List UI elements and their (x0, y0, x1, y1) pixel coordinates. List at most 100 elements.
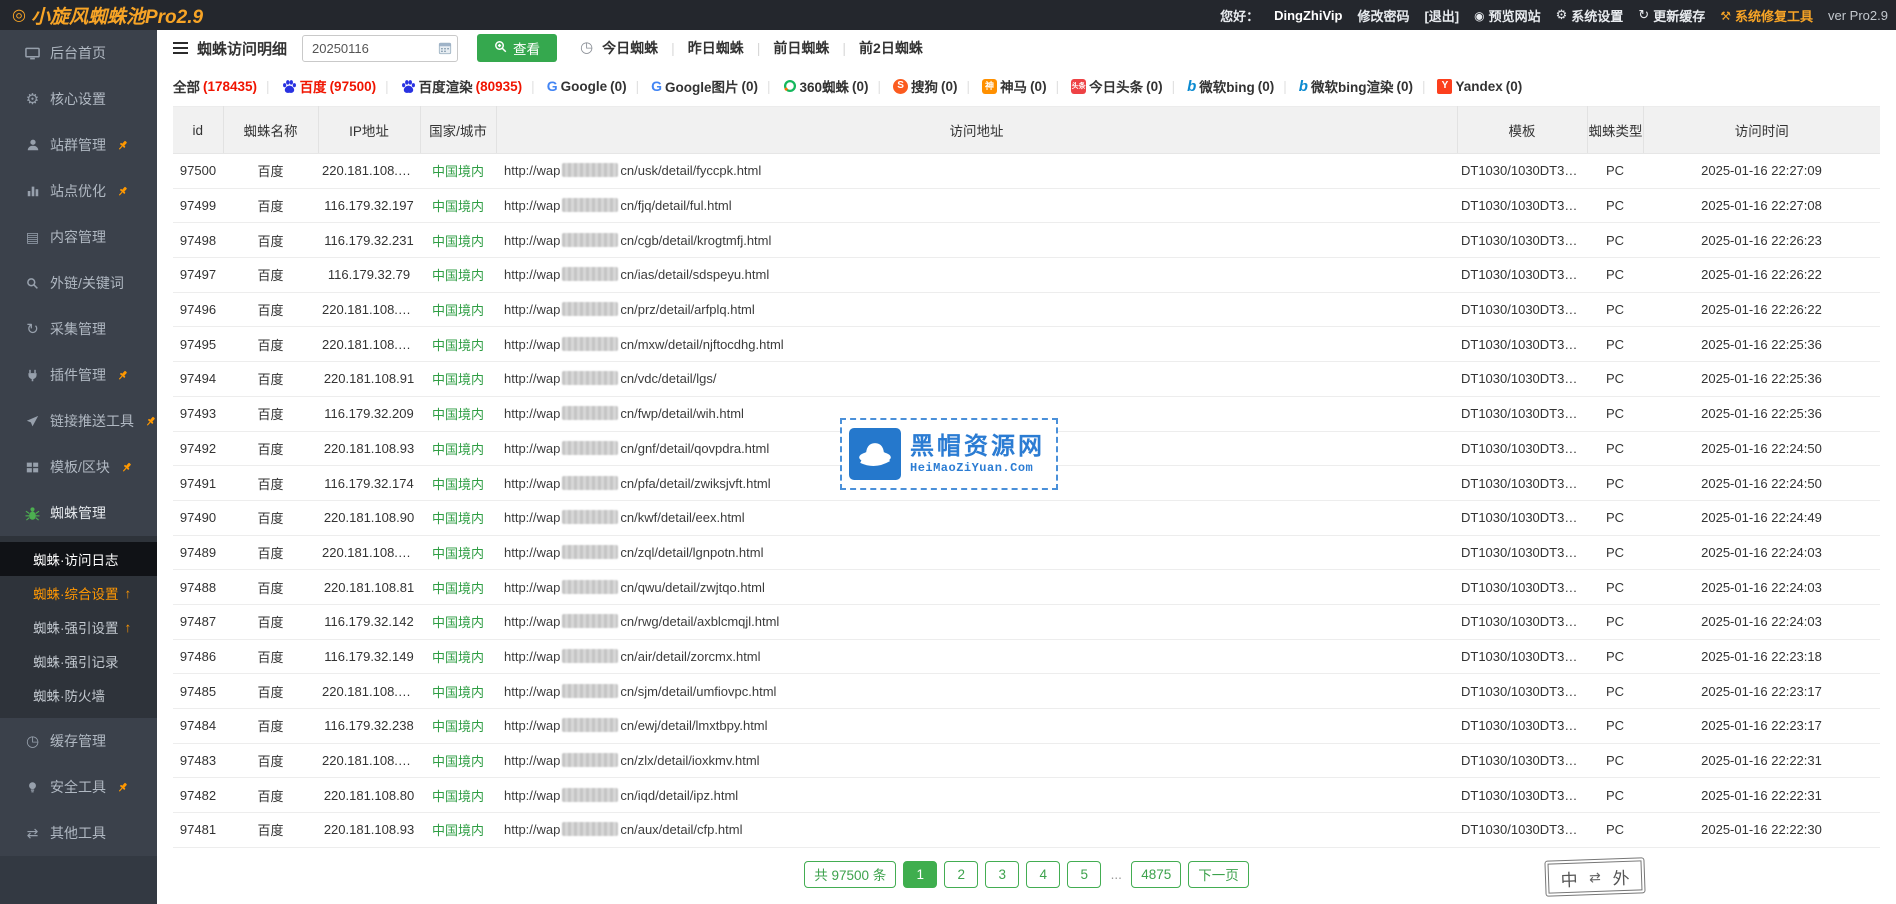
plug-icon (24, 369, 41, 382)
cell-template: DT1030/1030DT3673 (1457, 258, 1587, 293)
watermark: 黑帽资源网 HeiMaoZiYuan.Com (840, 418, 1058, 490)
page-item[interactable]: 下一页 (1188, 861, 1249, 888)
page-item[interactable]: 5 (1067, 861, 1101, 888)
sidebar-item[interactable]: ⇄ 其他工具 (0, 810, 157, 856)
cell-url: http://wapcn/air/detail/zorcmx.html (496, 639, 1457, 674)
toutiao-icon: 头条 (1071, 79, 1086, 94)
url-suffix: cn/zlx/detail/ioxkmv.html (620, 753, 759, 768)
sidebar-item[interactable]: 蜘蛛管理 (0, 490, 157, 536)
quick-link[interactable]: 前2日蜘蛛 (829, 38, 922, 58)
sidebar-main-nav: 后台首页 ⚙ 核心设置 站群管理 站点优化 ▤ (0, 30, 157, 536)
cell-id: 97482 (173, 778, 223, 813)
filter-item[interactable]: G Google (0) (522, 79, 626, 94)
cell-template: DT1030/1030DT3673 (1457, 778, 1587, 813)
search-icon (24, 277, 41, 290)
sidebar-item[interactable]: 模板/区块 (0, 444, 157, 490)
quick-link[interactable]: 前日蜘蛛 (744, 38, 830, 58)
cell-ip: 116.179.32.174 (318, 466, 420, 501)
filter-item[interactable]: 神 神马 (0) (958, 76, 1047, 96)
filter-item[interactable]: Y Yandex (0) (1413, 79, 1522, 94)
censored-domain (562, 233, 618, 247)
cell-id: 97492 (173, 431, 223, 466)
filter-item[interactable]: 头条 今日头条 (0) (1047, 76, 1163, 96)
sidebar-item[interactable]: 站群管理 (0, 122, 157, 168)
sidebar-item[interactable]: ↻ 采集管理 (0, 306, 157, 352)
filter-count: (97500) (330, 79, 377, 94)
system-settings-link[interactable]: ⚙ 系统设置 (1556, 6, 1624, 25)
censored-domain (562, 822, 618, 836)
cell-id: 97484 (173, 709, 223, 744)
url-prefix: http://wap (504, 718, 560, 733)
sidebar-item[interactable]: ⚙ 核心设置 (0, 76, 157, 122)
page-item[interactable]: 2 (944, 861, 978, 888)
spider-icon (24, 506, 41, 521)
filter-item[interactable]: 360蜘蛛 (0) (758, 76, 869, 96)
sidebar: 后台首页 ⚙ 核心设置 站群管理 站点优化 ▤ (0, 30, 157, 904)
url-suffix: cn/usk/detail/fyccpk.html (620, 163, 761, 178)
cell-url: http://wapcn/aux/detail/cfp.html (496, 813, 1457, 848)
sidebar-subitem[interactable]: 蜘蛛·综合设置 ↑ (0, 576, 157, 610)
page-item[interactable]: 3 (985, 861, 1019, 888)
filter-item[interactable]: b 微软bing渲染 (0) (1274, 76, 1413, 96)
date-input[interactable] (302, 35, 458, 62)
filter-item[interactable]: b 微软bing (0) (1163, 76, 1275, 96)
plane-icon (24, 415, 41, 428)
table-row: 97489 百度 220.181.108.113 中国境内 http://wap… (173, 535, 1880, 570)
filter-item[interactable]: S 搜狗 (0) (869, 76, 958, 96)
repair-tool-link[interactable]: ⚒ 系统修复工具 (1720, 6, 1813, 25)
filter-item[interactable]: 百度 (97500) (257, 76, 376, 96)
sidebar-subitem[interactable]: 蜘蛛·强引设置 ↑ (0, 610, 157, 644)
censored-domain (562, 788, 618, 802)
view-button[interactable]: 查看 (477, 34, 557, 62)
filter-item[interactable]: 百度渲染 (80935) (376, 76, 522, 96)
cell-url: http://wapcn/ias/detail/sdspeyu.html (496, 258, 1457, 293)
cell-spider-name: 百度 (223, 709, 318, 744)
sidebar-item[interactable]: ◷ 缓存管理 (0, 718, 157, 764)
url-suffix: cn/gnf/detail/qovpdra.html (620, 441, 769, 456)
preview-site-link[interactable]: ◉ 预览网站 (1474, 6, 1541, 25)
cell-ip: 116.179.32.209 (318, 396, 420, 431)
sidebar-subitem[interactable]: 蜘蛛·防火墙 (0, 678, 157, 712)
cell-ip: 220.181.108.80 (318, 778, 420, 813)
sidebar-item[interactable]: ▤ 内容管理 (0, 214, 157, 260)
version-label: ver Pro2.9 (1828, 8, 1888, 23)
cell-id: 97491 (173, 466, 223, 501)
cell-geo: 中国境内 (420, 292, 496, 327)
cell-spider-type: PC (1587, 431, 1643, 466)
update-cache-link[interactable]: ↻ 更新缓存 (1638, 6, 1705, 25)
url-prefix: http://wap (504, 822, 560, 837)
quick-link[interactable]: 昨日蜘蛛 (658, 38, 744, 58)
page-item[interactable]: 4875 (1131, 861, 1181, 888)
cell-time: 2025-01-16 22:26:22 (1643, 258, 1880, 293)
sidebar-filler (0, 856, 157, 904)
page-item[interactable]: 1 (903, 861, 937, 888)
cell-geo: 中国境内 (420, 258, 496, 293)
sidebar-subitem[interactable]: 蜘蛛·强引记录 (0, 644, 157, 678)
cell-ip: 116.179.32.149 (318, 639, 420, 674)
calendar-icon[interactable] (438, 41, 452, 55)
stopwatch-icon: ◷ (24, 732, 41, 750)
quick-link[interactable]: 今日蜘蛛 (602, 38, 658, 58)
sidebar-item[interactable]: 插件管理 (0, 352, 157, 398)
change-password-link[interactable]: 修改密码 (1357, 6, 1409, 25)
sidebar-subitem[interactable]: 蜘蛛·访问日志 (0, 542, 157, 576)
page-item[interactable]: 4 (1026, 861, 1060, 888)
cell-time: 2025-01-16 22:23:17 (1643, 709, 1880, 744)
cell-geo: 中国境内 (420, 604, 496, 639)
sidebar-item[interactable]: 链接推送工具 (0, 398, 157, 444)
cell-spider-name: 百度 (223, 535, 318, 570)
app-title: 小旋风蜘蛛池Pro2.9 (31, 2, 203, 29)
logout-link[interactable]: [退出] (1424, 6, 1459, 25)
cell-template: DT1030/1030DT3673 (1457, 743, 1587, 778)
app-logo[interactable]: ◎ 小旋风蜘蛛池Pro2.9 (12, 2, 203, 29)
filter-item[interactable]: 全部 (178435) (173, 76, 257, 96)
cell-spider-type: PC (1587, 396, 1643, 431)
cell-ip: 220.181.108.105 (318, 674, 420, 709)
translate-stamp[interactable]: 中 ⇄ 外 (1544, 857, 1645, 896)
watermark-title: 黑帽资源网 (910, 433, 1045, 461)
sidebar-item[interactable]: 站点优化 (0, 168, 157, 214)
sidebar-item[interactable]: 后台首页 (0, 30, 157, 76)
sidebar-item[interactable]: 外链/关键词 (0, 260, 157, 306)
filter-item[interactable]: G Google图片 (0) (627, 76, 758, 96)
sidebar-item[interactable]: 安全工具 (0, 764, 157, 810)
